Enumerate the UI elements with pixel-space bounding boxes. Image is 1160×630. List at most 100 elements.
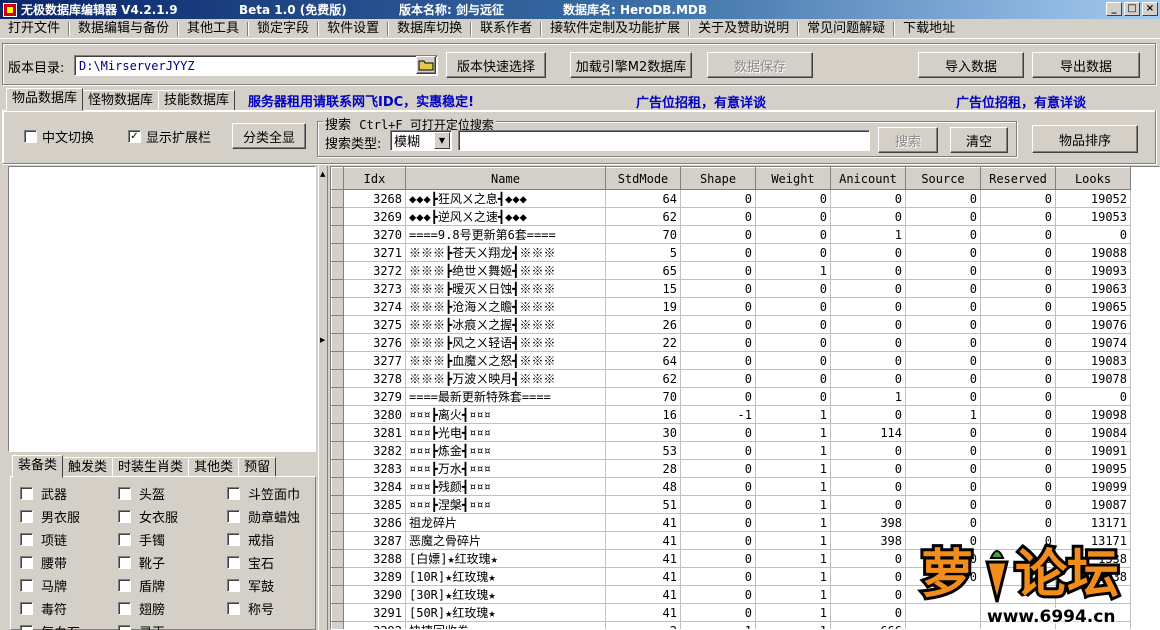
table-cell-reserved[interactable]: 0 [980,189,1056,208]
category-checkbox-2[interactable]: 斗笠面巾 [227,484,300,503]
tab-monster-db[interactable]: 怪物数据库 [82,90,160,111]
category-checkbox-15[interactable]: 毒符 [20,599,67,618]
table-cell-source[interactable]: 0 [905,351,981,370]
table-cell-anicount[interactable]: 0 [830,279,906,298]
table-cell-stdmode[interactable]: 16 [605,405,681,424]
show-ext-checkbox[interactable]: ✓ 显示扩展栏 [128,127,211,146]
title-bar[interactable]: 无极数据库编辑器 V4.2.1.9 Beta 1.0 (免费版) 版本名称: 剑… [0,0,1160,19]
table-cell-stdmode[interactable]: 70 [605,225,681,244]
table-cell-reserved[interactable]: 0 [980,279,1056,298]
table-cell-reserved[interactable]: 0 [980,495,1056,514]
menu-item-1[interactable]: 数据编辑与备份 [70,19,177,39]
category-checkbox-16[interactable]: 翅膀 [118,599,165,618]
category-checkbox-12[interactable]: 马牌 [20,576,67,595]
table-cell-shape[interactable]: 0 [680,567,756,586]
column-header-stdmode[interactable]: StdMode [605,167,681,190]
table-cell-looks[interactable]: 19053 [1055,207,1131,226]
table-cell-name[interactable]: ¤¤¤┣残颜┫¤¤¤ [405,477,606,496]
table-cell-shape[interactable]: 0 [680,369,756,388]
dir-input[interactable]: D:\MirserverJYYZ [74,55,438,76]
minimize-button[interactable]: _ [1106,2,1122,16]
table-cell-stdmode[interactable]: 19 [605,297,681,316]
table-cell-source[interactable]: 0 [905,189,981,208]
table-cell-shape[interactable]: -1 [680,405,756,424]
table-cell-weight[interactable]: 0 [755,189,831,208]
table-cell-looks[interactable]: 0 [1055,225,1131,244]
table-cell-anicount[interactable]: 398 [830,513,906,532]
table-row[interactable]: 3276 ※※※┣风之ㄨ轻语┫※※※ 22 0 0 0 0 0 19074 [331,333,1131,352]
table-cell-shape[interactable]: 0 [680,495,756,514]
menu-item-9[interactable]: 常见问题解疑 [799,19,893,39]
category-checkbox-8[interactable]: 戒指 [227,530,274,549]
table-cell-shape[interactable]: 0 [680,351,756,370]
table-cell-anicount[interactable]: 0 [830,369,906,388]
table-cell-idx[interactable]: 3272 [343,261,406,280]
table-cell-looks[interactable]: 19091 [1055,441,1131,460]
table-cell-name[interactable]: ◆◆◆┣逆风ㄨ之速┫◆◆◆ [405,207,606,226]
table-cell-source[interactable]: 0 [905,441,981,460]
table-row[interactable]: 3282 ¤¤¤┣炼金┫¤¤¤ 53 0 1 0 0 0 19091 [331,441,1131,460]
table-cell-idx[interactable]: 3282 [343,441,406,460]
table-row[interactable]: 3270 ====9.8号更新第6套==== 70 0 0 1 0 0 0 [331,225,1131,244]
table-cell-reserved[interactable]: 0 [980,207,1056,226]
table-cell-stdmode[interactable]: 15 [605,279,681,298]
table-cell-name[interactable]: ====最新更新特殊套==== [405,387,606,406]
table-cell-shape[interactable]: 0 [680,477,756,496]
table-cell-anicount[interactable]: 1 [830,225,906,244]
menu-item-0[interactable]: 打开文件 [0,19,68,39]
table-cell-reserved[interactable]: 0 [980,243,1056,262]
table-row[interactable]: 3273 ※※※┣暧灭ㄨ日蚀┫※※※ 15 0 0 0 0 0 19063 [331,279,1131,298]
table-cell-name[interactable]: ※※※┣冰痕ㄨ之握┫※※※ [405,315,606,334]
table-cell-stdmode[interactable]: 41 [605,513,681,532]
table-cell-weight[interactable]: 0 [755,243,831,262]
table-cell-shape[interactable]: 0 [680,315,756,334]
table-cell-reserved[interactable]: 0 [980,405,1056,424]
table-cell-stdmode[interactable]: 41 [605,567,681,586]
table-cell-name[interactable]: 快捷回收卷 [405,621,606,629]
table-cell-name[interactable]: ◆◆◆┣狂风ㄨ之息┫◆◆◆ [405,189,606,208]
table-row[interactable]: 3279 ====最新更新特殊套==== 70 0 0 1 0 0 0 [331,387,1131,406]
table-cell-idx[interactable]: 3289 [343,567,406,586]
column-header-anicount[interactable]: Anicount [830,167,906,190]
table-cell-looks[interactable]: 19098 [1055,405,1131,424]
table-cell-shape[interactable]: 0 [680,279,756,298]
table-cell-weight[interactable]: 1 [755,459,831,478]
category-checkbox-5[interactable]: 勋章蜡烛 [227,507,300,526]
table-cell-anicount[interactable]: 0 [830,351,906,370]
table-row[interactable]: 3274 ※※※┣沧海ㄨ之瞻┫※※※ 19 0 0 0 0 0 19065 [331,297,1131,316]
table-cell-idx[interactable]: 3274 [343,297,406,316]
table-cell-anicount[interactable]: 0 [830,459,906,478]
row-indicator[interactable] [331,495,344,514]
column-header-reserved[interactable]: Reserved [980,167,1056,190]
table-cell-anicount[interactable]: 0 [830,405,906,424]
category-checkbox-11[interactable]: 宝石 [227,553,274,572]
row-indicator[interactable] [331,333,344,352]
table-cell-looks[interactable]: 19052 [1055,189,1131,208]
table-cell-name[interactable]: ※※※┣绝世ㄨ舞姬┫※※※ [405,261,606,280]
table-cell-weight[interactable]: 1 [755,549,831,568]
table-cell-source[interactable]: 0 [905,477,981,496]
table-cell-idx[interactable]: 3269 [343,207,406,226]
table-cell-anicount[interactable]: 0 [830,603,906,622]
category-tab-0[interactable]: 装备类 [12,455,64,478]
tab-item-db[interactable]: 物品数据库 [6,88,84,111]
table-cell-weight[interactable]: 1 [755,441,831,460]
table-cell-weight[interactable]: 0 [755,387,831,406]
table-cell-reserved[interactable]: 0 [980,441,1056,460]
table-cell-idx[interactable]: 3271 [343,243,406,262]
table-cell-anicount[interactable]: 0 [830,243,906,262]
table-row[interactable]: 3280 ¤¤¤┣离火┫¤¤¤ 16 -1 1 0 1 0 19098 [331,405,1131,424]
category-list[interactable] [8,166,316,452]
table-cell-name[interactable]: ¤¤¤┣离火┫¤¤¤ [405,405,606,424]
column-header-name[interactable]: Name [405,167,606,190]
splitter[interactable]: ▲ ▶ [318,166,328,630]
table-cell-shape[interactable]: 0 [680,603,756,622]
table-cell-looks[interactable]: 19076 [1055,315,1131,334]
table-cell-weight[interactable]: 1 [755,567,831,586]
export-data-button[interactable]: 导出数据 [1032,52,1140,78]
category-checkbox-19[interactable]: 灵玉 [118,622,165,630]
table-row[interactable]: 3272 ※※※┣绝世ㄨ舞姬┫※※※ 65 0 1 0 0 0 19093 [331,261,1131,280]
table-cell-source[interactable]: 0 [905,243,981,262]
row-indicator[interactable] [331,459,344,478]
table-cell-shape[interactable]: 0 [680,243,756,262]
